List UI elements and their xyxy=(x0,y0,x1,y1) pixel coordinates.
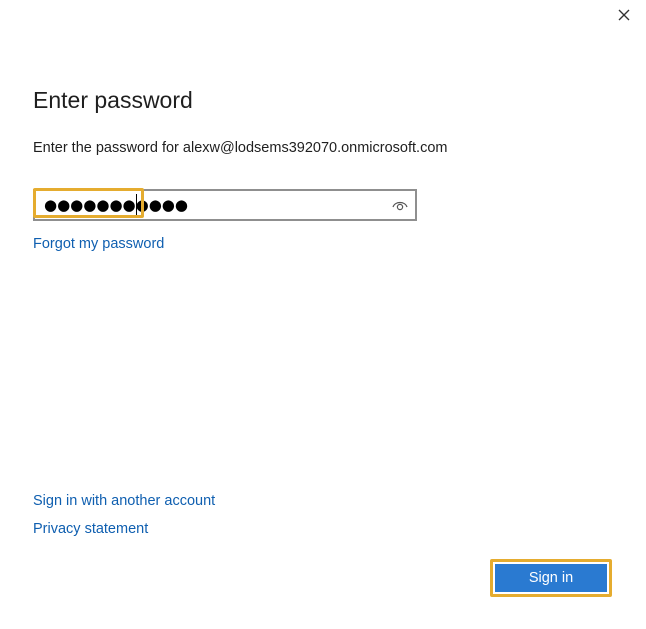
text-caret xyxy=(136,194,137,216)
sign-in-label: Sign in xyxy=(495,564,607,592)
password-masked-value: ●●●●●●●●●●● xyxy=(44,196,188,214)
close-button[interactable] xyxy=(612,4,636,26)
eye-icon[interactable] xyxy=(391,197,409,213)
page-title: Enter password xyxy=(33,87,193,113)
password-prompt: Enter the password for alexw@lodsems3920… xyxy=(33,140,448,156)
other-account-link[interactable]: Sign in with another account xyxy=(33,492,215,510)
privacy-statement-link[interactable]: Privacy statement xyxy=(33,520,148,538)
password-field[interactable]: ●●●●●●●●●●● xyxy=(33,188,417,221)
close-icon xyxy=(618,9,630,21)
sign-in-button[interactable]: Sign in xyxy=(490,559,612,597)
forgot-password-link[interactable]: Forgot my password xyxy=(33,235,164,253)
